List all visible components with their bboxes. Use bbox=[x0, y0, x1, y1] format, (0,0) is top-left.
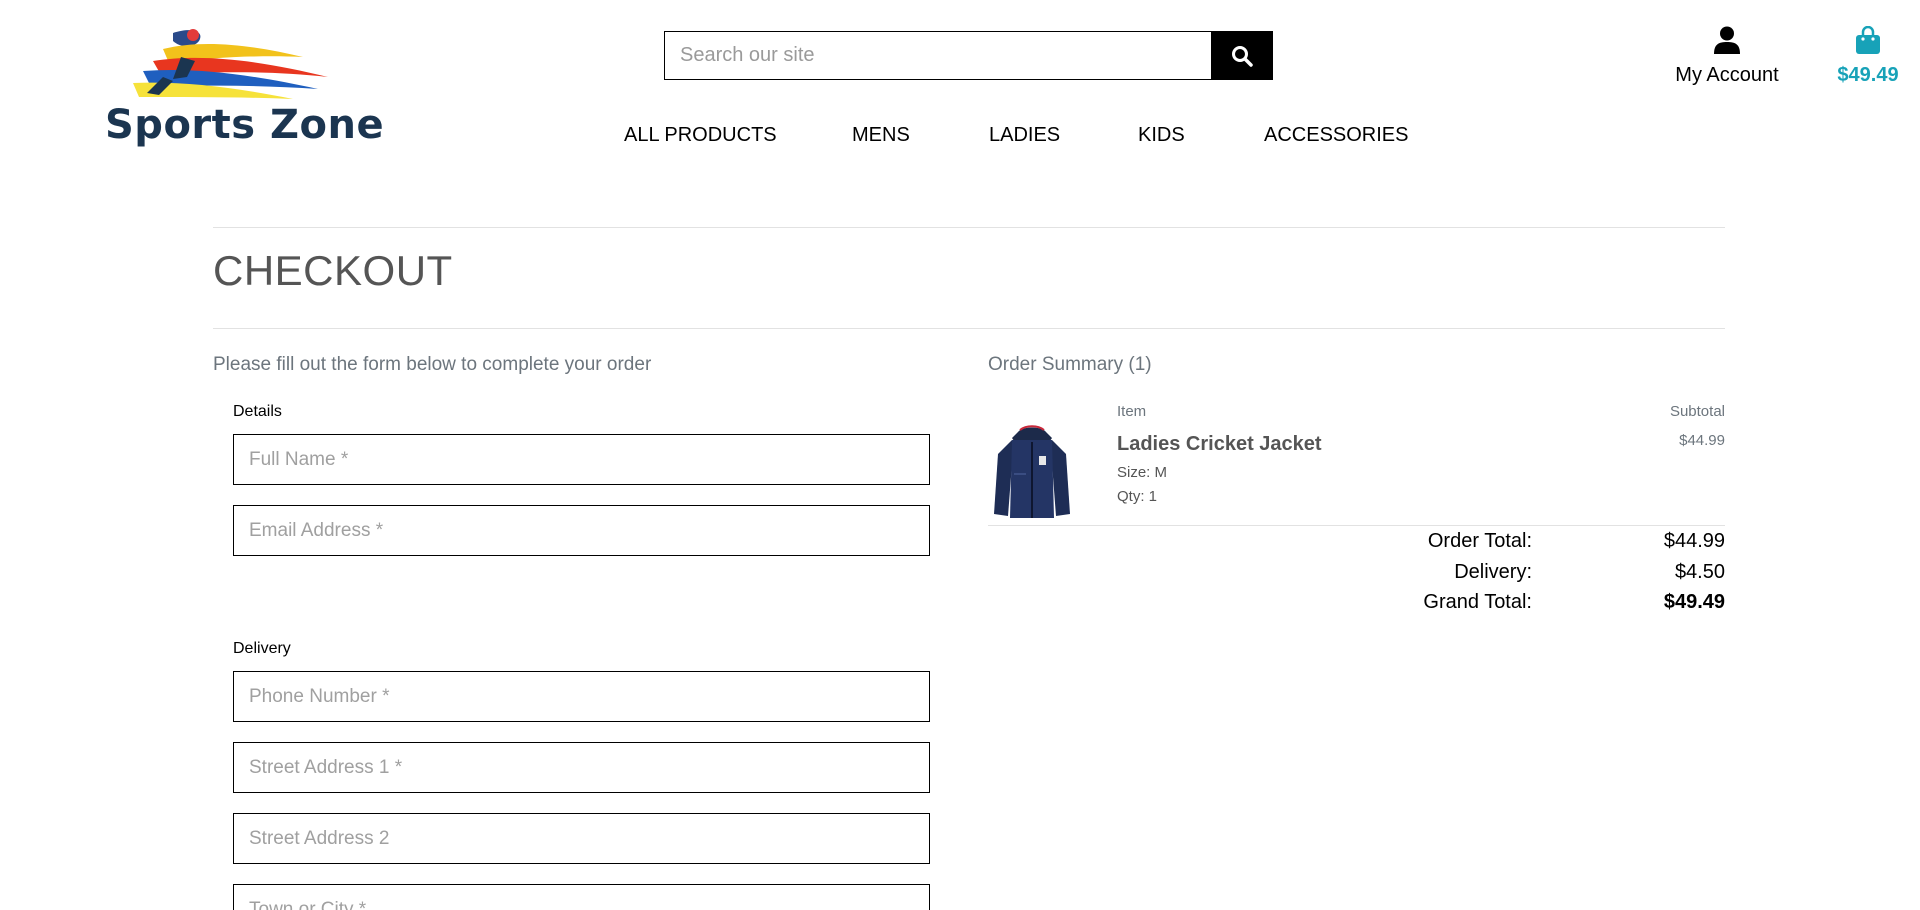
my-account-link[interactable]: My Account bbox=[1664, 26, 1790, 87]
product-thumbnail bbox=[992, 424, 1072, 522]
nav-accessories[interactable]: ACCESSORIES bbox=[1264, 124, 1408, 147]
delivery-cost-value: $4.50 bbox=[1674, 561, 1725, 583]
search-bar bbox=[664, 31, 1273, 80]
order-total-label: Order Total: bbox=[1427, 530, 1532, 552]
nav-ladies[interactable]: LADIES bbox=[989, 124, 1060, 147]
item-subtotal: $44.99 bbox=[1679, 432, 1725, 449]
main-nav: ALL PRODUCTS MENS LADIES KIDS ACCESSORIE… bbox=[0, 124, 1920, 154]
street-address-1-field[interactable] bbox=[233, 742, 930, 793]
delivery-label: Delivery bbox=[233, 640, 291, 657]
order-total-value: $44.99 bbox=[1663, 530, 1725, 552]
divider-bottom bbox=[213, 328, 1725, 329]
search-input[interactable] bbox=[664, 31, 1211, 80]
nav-all-products[interactable]: ALL PRODUCTS bbox=[624, 124, 777, 147]
item-qty: Qty: 1 bbox=[1117, 488, 1158, 505]
user-icon bbox=[1714, 26, 1740, 54]
page-title: CHECKOUT bbox=[213, 247, 453, 294]
summary-divider bbox=[988, 525, 1725, 526]
my-account-label: My Account bbox=[1675, 64, 1779, 86]
column-header-subtotal: Subtotal bbox=[1669, 403, 1725, 420]
search-button[interactable] bbox=[1211, 31, 1273, 80]
column-header-item: Item bbox=[1117, 403, 1147, 420]
logo-runner-icon bbox=[133, 29, 328, 99]
full-name-field[interactable] bbox=[233, 434, 930, 485]
delivery-cost-label: Delivery: bbox=[1454, 561, 1532, 583]
form-intro: Please fill out the form below to comple… bbox=[213, 354, 652, 375]
phone-field[interactable] bbox=[233, 671, 930, 722]
street-address-2-field[interactable] bbox=[233, 813, 930, 864]
shopping-bag-link[interactable]: $49.49 bbox=[1828, 26, 1908, 87]
grand-total-value: $49.49 bbox=[1663, 591, 1725, 613]
jacket-image bbox=[994, 425, 1070, 518]
item-name: Ladies Cricket Jacket bbox=[1117, 433, 1322, 455]
search-icon bbox=[1232, 45, 1253, 67]
item-size: Size: M bbox=[1117, 464, 1168, 481]
town-city-field[interactable] bbox=[233, 884, 930, 910]
divider-top bbox=[213, 227, 1725, 228]
bag-total: $49.49 bbox=[1837, 64, 1899, 86]
nav-mens[interactable]: MENS bbox=[852, 124, 910, 147]
grand-total-label: Grand Total: bbox=[1423, 591, 1532, 613]
shopping-bag-icon bbox=[1856, 26, 1880, 54]
email-field[interactable] bbox=[233, 505, 930, 556]
order-summary-title: Order Summary (1) bbox=[988, 354, 1152, 375]
details-label: Details bbox=[233, 403, 282, 420]
nav-kids[interactable]: KIDS bbox=[1138, 124, 1185, 147]
